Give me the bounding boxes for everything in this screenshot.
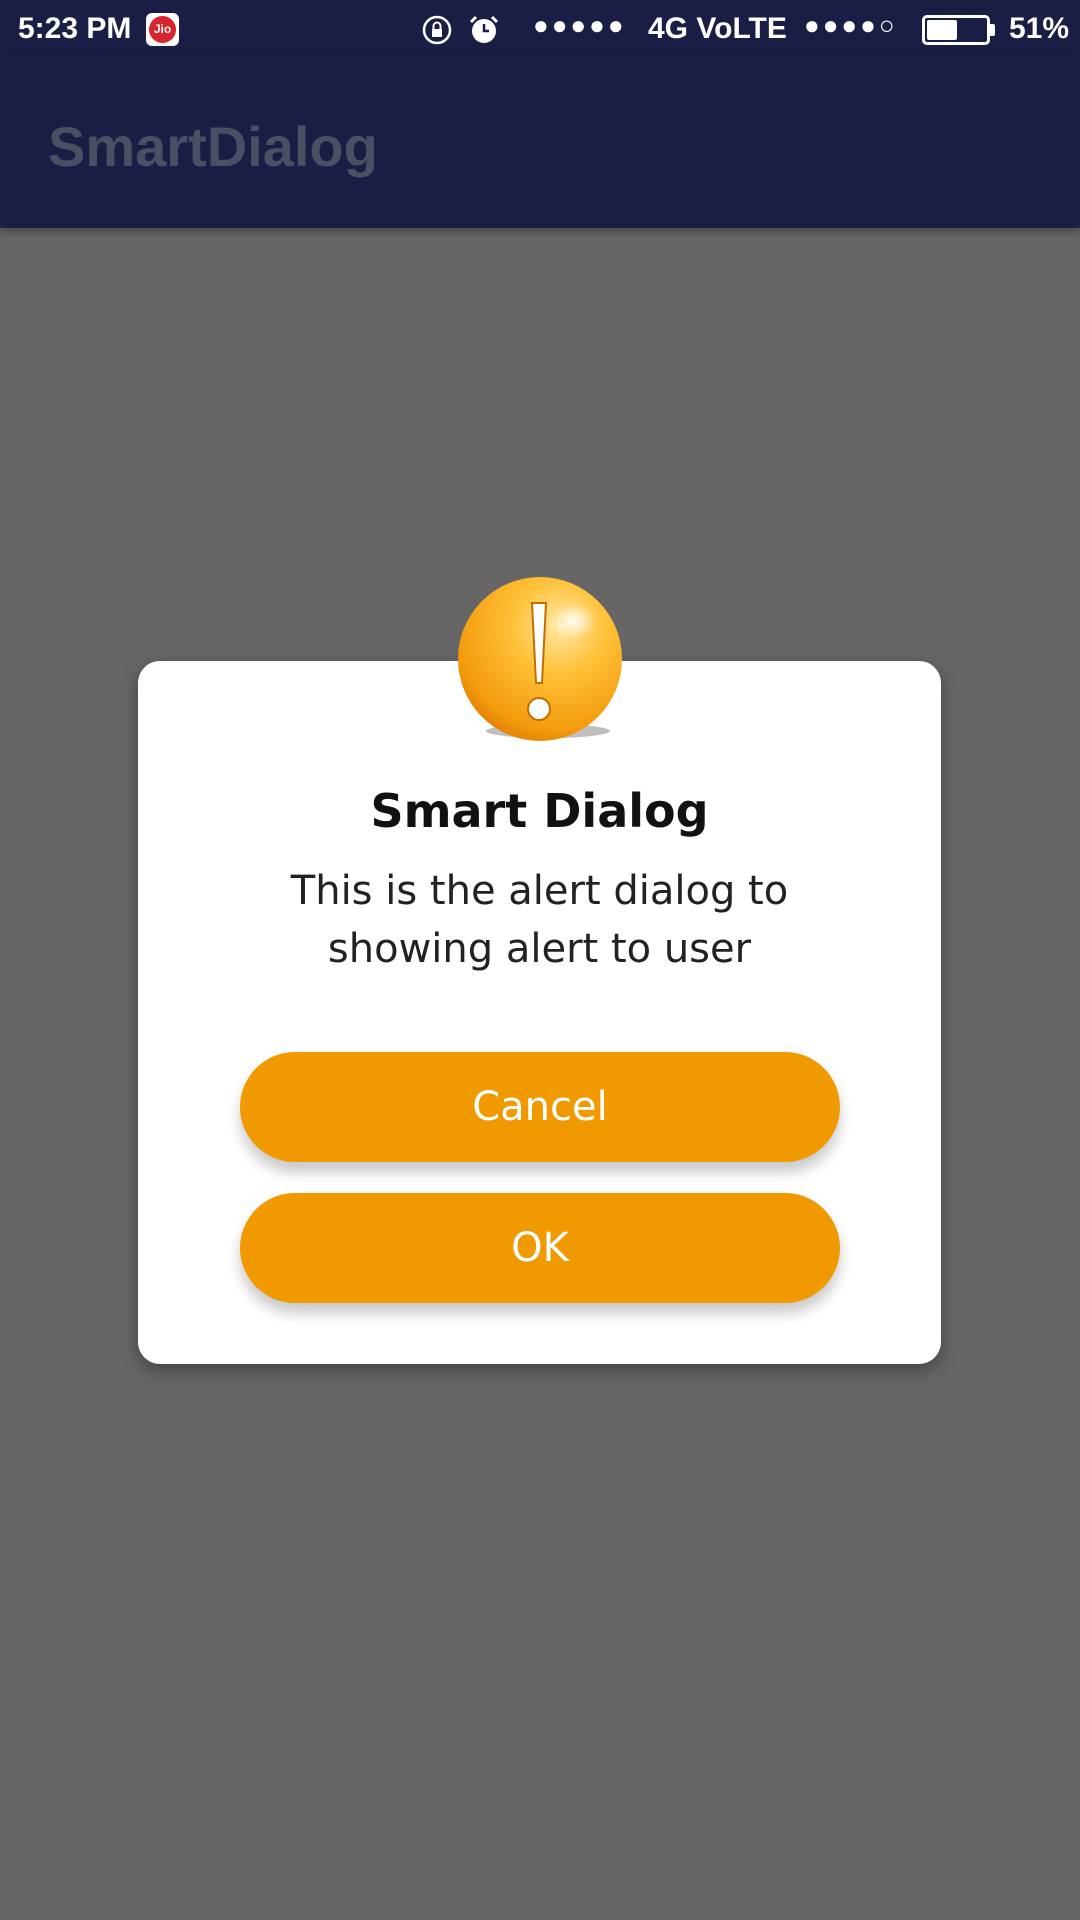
status-bar: 5:23 PM Jio ●●●●● 4G VoLTE ●●●●○ 51% <box>0 0 1080 60</box>
app-title: SmartDialog <box>48 115 378 178</box>
ok-button[interactable]: OK <box>240 1193 840 1303</box>
battery-tip <box>990 24 995 36</box>
cancel-button[interactable]: Cancel <box>240 1052 840 1162</box>
carrier-badge: Jio <box>149 16 176 43</box>
signal-strength-2: ●●●●○ <box>804 10 898 40</box>
exclamation-icon <box>456 575 624 743</box>
network-type: 4G VoLTE <box>648 12 787 45</box>
dialog-message: This is the alert dialog to showing aler… <box>290 868 789 972</box>
dialog-title: Smart Dialog <box>370 784 709 838</box>
app-bar: SmartDialog <box>0 60 1080 228</box>
alarm-icon <box>468 14 500 54</box>
status-time: 5:23 PM <box>18 12 132 45</box>
jio-icon: Jio <box>146 13 179 46</box>
signal-strength-1: ●●●●● <box>533 10 627 40</box>
rotation-lock-icon <box>421 14 453 54</box>
battery-percent: 51% <box>1009 12 1070 45</box>
battery-level <box>927 20 957 40</box>
battery-icon <box>922 15 990 45</box>
